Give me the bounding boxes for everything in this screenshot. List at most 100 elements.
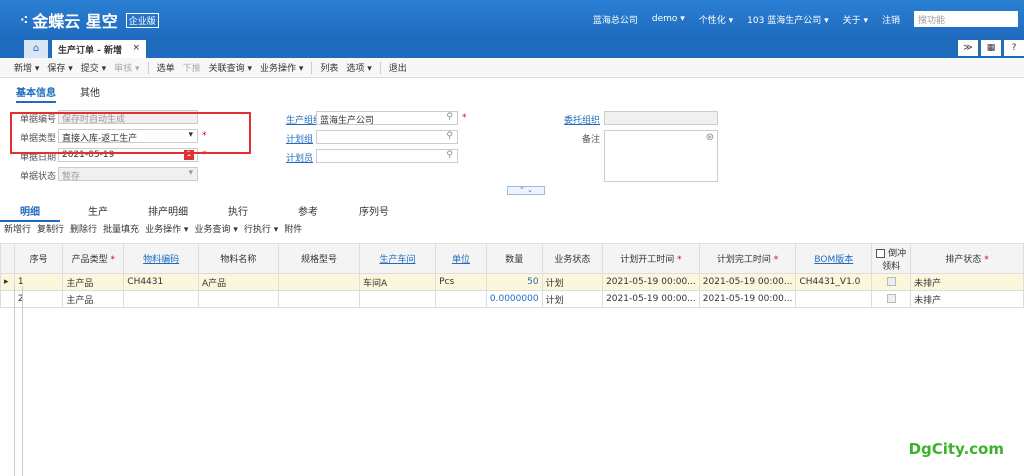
cell-spec[interactable]	[277, 273, 360, 291]
cell-prod-type[interactable]: 主产品	[62, 273, 125, 291]
col-workshop[interactable]: 生产车间	[358, 243, 437, 274]
batch-fill-button[interactable]: 批量填充	[103, 222, 139, 235]
help-icon[interactable]: ?	[1004, 40, 1024, 56]
plan-group-label[interactable]: 计划组	[286, 132, 313, 145]
doc-status-select[interactable]: 暂存 ▾	[58, 167, 198, 181]
cell-material-code[interactable]: CH4431	[123, 273, 199, 291]
close-icon[interactable]: ×	[132, 43, 140, 53]
cell-unit[interactable]: Pcs	[435, 273, 487, 291]
about-menu[interactable]: 关于 ▾	[843, 13, 868, 26]
cell-material-name[interactable]: A产品	[197, 273, 279, 291]
cell-qty[interactable]: 50	[485, 273, 543, 291]
grid-icon[interactable]: ▦	[981, 40, 1001, 56]
attachment-button[interactable]: 附件	[284, 222, 302, 235]
cell-spec[interactable]	[277, 290, 360, 308]
tab-production[interactable]: 生产	[60, 203, 136, 222]
col-material-code[interactable]: 物料编码	[123, 243, 199, 274]
planner-label[interactable]: 计划员	[286, 151, 313, 164]
business-ops-button[interactable]: 业务操作 ▾	[260, 61, 303, 74]
col-bom[interactable]: BOM版本	[795, 243, 873, 274]
tab-execute[interactable]: 执行	[200, 203, 276, 222]
cell-prod-type[interactable]: 主产品	[62, 290, 125, 308]
edit-icon[interactable]: ⊛	[706, 132, 714, 143]
search-icon[interactable]: ⚲	[446, 112, 453, 122]
cell-plan-end[interactable]: 2021-05-19 00:00...	[698, 290, 797, 308]
row-execute-button[interactable]: 行执行 ▾	[244, 222, 278, 235]
tab-production-order[interactable]: 生产订单 - 新增 ×	[52, 40, 146, 58]
tab-basic-info[interactable]: 基本信息	[16, 84, 56, 103]
cell-qty[interactable]: 0.0000000	[485, 290, 543, 308]
table-row[interactable]: ▸ 1 主产品 CH4431 A产品 车间A Pcs 50 计划 2021-05…	[0, 273, 1024, 291]
plan-group-field[interactable]: ⚲	[316, 130, 458, 144]
col-prod-type-label: 产品类型	[71, 255, 108, 265]
search-icon[interactable]: ⚲	[446, 131, 453, 141]
add-row-button[interactable]: 新增行	[4, 222, 31, 235]
company-switcher[interactable]: 103 蓝海生产公司 ▾	[747, 13, 828, 26]
logout-button[interactable]: 注销	[882, 13, 900, 26]
col-plan-end[interactable]: 计划完工时间 *	[698, 243, 797, 274]
table-row[interactable]: 2 主产品 0.0000000 计划 2021-05-19 00:00... 2…	[0, 290, 1024, 308]
list-button[interactable]: 列表	[320, 61, 338, 74]
search-icon[interactable]: ⚲	[446, 150, 453, 160]
select-button[interactable]: 选单	[157, 61, 175, 74]
remark-textarea[interactable]: ⊛	[604, 130, 718, 182]
push-button[interactable]: 下推	[183, 61, 201, 74]
row-pointer-icon[interactable]: ▸	[0, 273, 15, 291]
home-icon[interactable]: ⌂	[24, 40, 48, 58]
backflush-checkbox[interactable]	[886, 277, 896, 286]
entrust-org-label[interactable]: 委托组织	[564, 113, 600, 126]
collapse-toggle[interactable]: ⌃ ⌄	[507, 186, 545, 195]
cell-plan-end[interactable]: 2021-05-19 00:00...	[698, 273, 797, 291]
cell-plan-start[interactable]: 2021-05-19 00:00...	[602, 290, 700, 308]
cell-biz-status: 计划	[541, 273, 604, 291]
cell-material-name[interactable]	[197, 290, 279, 308]
col-spec[interactable]: 规格型号	[277, 243, 360, 274]
linked-query-button[interactable]: 关联查询 ▾	[209, 61, 252, 74]
submit-button[interactable]: 提交 ▾	[81, 61, 106, 74]
personalize-menu[interactable]: 个性化 ▾	[699, 13, 733, 26]
cell-unit[interactable]	[435, 290, 487, 308]
detail-table: 序号 产品类型 * 物料编码 物料名称 规格型号 生产车间 单位 数量 业务状态…	[0, 243, 1024, 308]
options-button[interactable]: 选项 ▾	[346, 61, 371, 74]
cell-bom[interactable]: CH4431_V1.0	[795, 273, 873, 291]
cell-material-code[interactable]	[123, 290, 199, 308]
delete-row-button[interactable]: 删除行	[70, 222, 97, 235]
exit-button[interactable]: 退出	[389, 61, 407, 74]
cell-workshop[interactable]	[358, 290, 437, 308]
cell-backflush[interactable]	[871, 273, 912, 291]
prod-org-field[interactable]: 蓝海生产公司 ⚲	[316, 111, 458, 125]
tab-other[interactable]: 其他	[80, 84, 100, 103]
tab-schedule-detail[interactable]: 排产明细	[136, 203, 200, 222]
audit-button[interactable]: 审核 ▾	[114, 61, 139, 74]
business-query-button[interactable]: 业务查询 ▾	[194, 222, 237, 235]
entrust-org-field[interactable]	[604, 111, 718, 125]
tab-serial-no[interactable]: 序列号	[340, 203, 408, 222]
dropdown-icon[interactable]: ▾	[188, 168, 193, 178]
col-biz-status[interactable]: 业务状态	[541, 243, 604, 274]
col-unit[interactable]: 单位	[435, 243, 487, 274]
col-prod-type[interactable]: 产品类型 *	[62, 243, 125, 274]
save-button[interactable]: 保存 ▾	[47, 61, 72, 74]
col-schedule-status[interactable]: 排产状态 *	[910, 243, 1024, 274]
new-button[interactable]: 新增 ▾	[14, 61, 39, 74]
cell-plan-start[interactable]: 2021-05-19 00:00...	[602, 273, 700, 291]
cell-backflush[interactable]	[871, 290, 912, 308]
detail-business-ops-button[interactable]: 业务操作 ▾	[145, 222, 188, 235]
cell-bom[interactable]	[795, 290, 873, 308]
tab-reference[interactable]: 参考	[276, 203, 340, 222]
cell-workshop[interactable]: 车间A	[358, 273, 437, 291]
tab-detail[interactable]: 明细	[0, 203, 60, 222]
backflush-checkbox[interactable]	[886, 294, 896, 303]
expand-icon[interactable]: ≫	[958, 40, 978, 56]
col-qty[interactable]: 数量	[485, 243, 543, 274]
col-material-name[interactable]: 物料名称	[197, 243, 279, 274]
user-menu[interactable]: demo ▾	[652, 14, 685, 24]
org-link[interactable]: 蓝海总公司	[593, 13, 638, 26]
planner-field[interactable]: ⚲	[316, 149, 458, 163]
copy-row-button[interactable]: 复制行	[37, 222, 64, 235]
col-seq[interactable]: 序号	[13, 243, 64, 274]
select-all-checkbox[interactable]	[876, 248, 886, 258]
col-plan-start[interactable]: 计划开工时间 *	[602, 243, 700, 274]
col-backflush[interactable]: 倒冲领料	[871, 243, 912, 274]
function-search-input[interactable]: 搜功能	[914, 11, 1018, 27]
